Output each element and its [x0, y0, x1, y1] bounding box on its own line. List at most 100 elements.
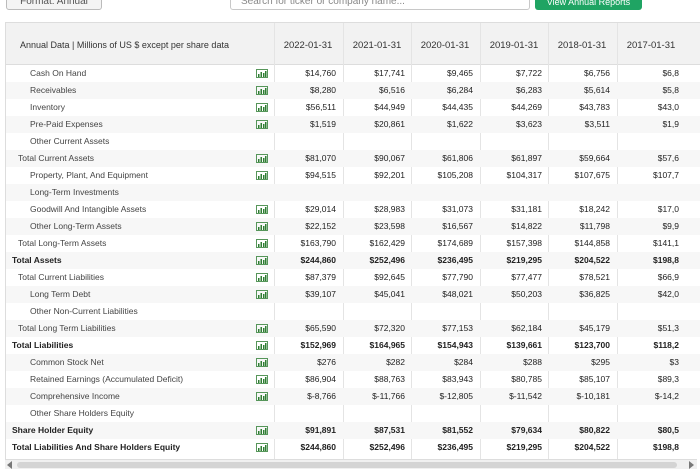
bar-chart-icon[interactable] [256, 392, 268, 401]
bar-chart-icon[interactable] [256, 324, 268, 333]
table-cell: $244,860 [300, 255, 336, 265]
table-row: Retained Earnings (Accumulated Deficit) $… [6, 371, 700, 388]
table-cell: $295 [591, 357, 610, 367]
table-row: Other Current Assets [6, 133, 700, 150]
table-cell: $44,949 [374, 102, 405, 112]
table-row: Goodwill And Intangible Assets $29,014 $28… [6, 201, 700, 218]
table-cell: $118,2 [653, 340, 679, 350]
row-label: Pre-Paid Expenses [30, 119, 103, 129]
table-row: Receivables $8,280 $6,516 $6,284 $6,283 $5,61… [6, 82, 700, 99]
table-cell: $81,552 [442, 425, 473, 435]
table-cell: $157,398 [506, 238, 542, 248]
horizontal-scrollbar[interactable] [5, 459, 697, 469]
table-cell: $14,822 [511, 221, 542, 231]
table-cell: $104,317 [506, 170, 542, 180]
table-cell: $16,567 [442, 221, 473, 231]
table-cell: $107,7 [653, 170, 679, 180]
table-cell: $39,107 [305, 289, 336, 299]
bar-chart-icon[interactable] [256, 222, 268, 231]
table-cell: $89,3 [657, 374, 679, 384]
table-row: Total Liabilities $152,969 $164,965 $154,94… [6, 337, 700, 354]
table-cell: $18,242 [579, 204, 610, 214]
bar-chart-icon[interactable] [256, 103, 268, 112]
table-cell: $80,822 [579, 425, 610, 435]
table-cell: $204,522 [574, 442, 610, 452]
financial-table: Annual Data | Millions of US $ except pe… [5, 22, 700, 469]
table-cell: $20,861 [374, 119, 405, 129]
table-cell: $31,181 [511, 204, 542, 214]
table-cell: $1,9 [662, 119, 679, 129]
table-cell: $141,1 [653, 238, 679, 248]
table-row: Share Holder Equity $91,891 $87,531 $81,552… [6, 422, 700, 439]
bar-chart-icon[interactable] [256, 341, 268, 350]
table-header: Annual Data | Millions of US $ except pe… [6, 23, 700, 65]
table-cell: $17,0 [657, 204, 679, 214]
table-cell: $244,860 [300, 442, 336, 452]
bar-chart-icon[interactable] [256, 256, 268, 265]
table-cell: $282 [386, 357, 405, 367]
table-cell: $43,783 [579, 102, 610, 112]
table-cell: $236,495 [437, 255, 473, 265]
header-label: Annual Data | Millions of US $ except pe… [20, 40, 229, 50]
row-label: Long Term Debt [30, 289, 91, 299]
table-cell: $44,269 [511, 102, 542, 112]
scroll-right-arrow-icon[interactable] [689, 461, 694, 469]
table-cell: $-10,181 [576, 391, 610, 401]
bar-chart-icon[interactable] [256, 273, 268, 282]
scrollbar-thumb[interactable] [17, 462, 677, 468]
bar-chart-icon[interactable] [256, 205, 268, 214]
table-cell: $80,5 [657, 425, 679, 435]
search-input[interactable]: Search for ticker or company name... [230, 0, 530, 10]
table-cell: $31,073 [442, 204, 473, 214]
table-row: Total Liabilities And Share Holders Equi… [6, 439, 700, 456]
bar-chart-icon[interactable] [256, 443, 268, 452]
table-row: Other Non-Current Liabilities [6, 303, 700, 320]
table-cell: $-11,542 [509, 391, 542, 401]
table-cell: $59,664 [579, 153, 610, 163]
table-cell: $204,522 [574, 255, 610, 265]
table-cell: $87,531 [374, 425, 405, 435]
bar-chart-icon[interactable] [256, 69, 268, 78]
table-cell: $77,477 [511, 272, 542, 282]
table-cell: $107,675 [574, 170, 610, 180]
table-cell: $22,152 [305, 221, 336, 231]
table-cell: $56,511 [305, 102, 336, 112]
bar-chart-icon[interactable] [256, 239, 268, 248]
bar-chart-icon[interactable] [256, 426, 268, 435]
bar-chart-icon[interactable] [256, 375, 268, 384]
table-cell: $23,598 [374, 221, 405, 231]
table-cell: $162,429 [369, 238, 405, 248]
bar-chart-icon[interactable] [256, 358, 268, 367]
table-cell: $78,521 [579, 272, 610, 282]
row-label: Share Holder Equity [12, 425, 94, 435]
table-cell: $17,741 [374, 68, 405, 78]
bar-chart-icon[interactable] [256, 154, 268, 163]
bar-chart-icon[interactable] [256, 290, 268, 299]
table-cell: $7,722 [516, 68, 542, 78]
bar-chart-icon[interactable] [256, 86, 268, 95]
bar-chart-icon[interactable] [256, 171, 268, 180]
table-cell: $-12,805 [439, 391, 473, 401]
table-cell: $86,904 [305, 374, 336, 384]
table-cell: $219,295 [506, 442, 542, 452]
table-cell: $6,516 [379, 85, 405, 95]
scroll-left-arrow-icon[interactable] [7, 461, 12, 469]
table-cell: $6,8 [662, 68, 679, 78]
row-label: Comprehensive Income [30, 391, 120, 401]
table-cell: $5,8 [662, 85, 679, 95]
table-cell: $174,689 [437, 238, 473, 248]
format-dropdown[interactable]: Format: Annual [6, 0, 102, 10]
table-cell: $6,756 [584, 68, 610, 78]
table-cell: $3 [669, 357, 679, 367]
table-cell: $123,700 [574, 340, 610, 350]
table-cell: $219,295 [506, 255, 542, 265]
table-row: Total Long Term Liabilities $65,590 $72,32… [6, 320, 700, 337]
table-cell: $-8,766 [307, 391, 336, 401]
view-annual-reports-button[interactable]: View Annual Reports [535, 0, 642, 10]
bar-chart-icon[interactable] [256, 120, 268, 129]
table-cell: $11,798 [579, 221, 610, 231]
table-cell: $6,283 [516, 85, 542, 95]
table-cell: $152,969 [300, 340, 336, 350]
table-cell: $45,041 [374, 289, 405, 299]
table-row: Total Current Assets $81,070 $90,067 $61,80… [6, 150, 700, 167]
